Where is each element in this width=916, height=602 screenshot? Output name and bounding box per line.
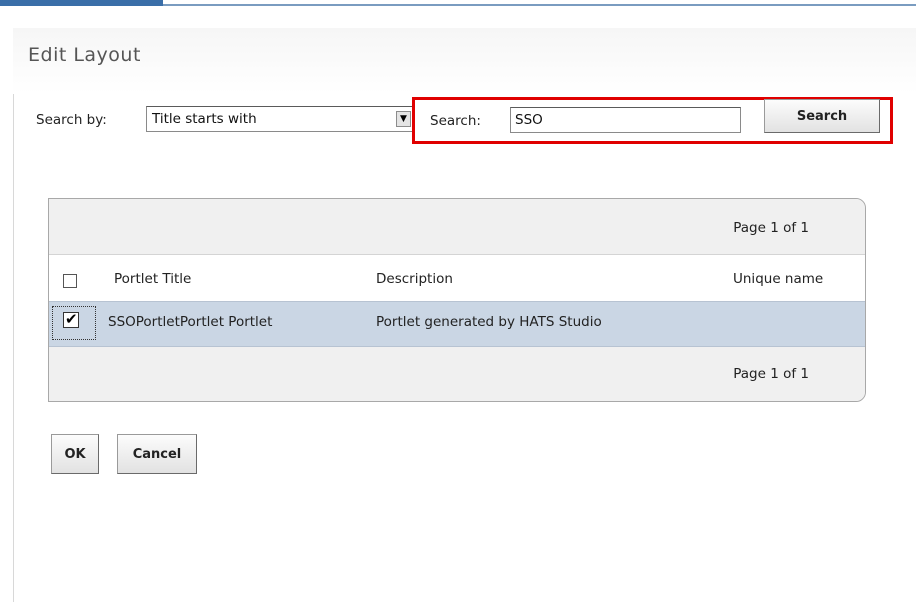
search-by-select[interactable]: Title starts with ▼ (146, 106, 414, 132)
search-input[interactable] (510, 107, 741, 133)
search-by-label: Search by: (36, 112, 107, 128)
column-header-unique-name[interactable]: Unique name (733, 271, 823, 287)
portlet-table: Page 1 of 1 Portlet Title Description Un… (48, 198, 866, 402)
pager-top: Page 1 of 1 (49, 199, 865, 255)
cancel-button[interactable]: Cancel (117, 434, 197, 474)
column-header-portlet-title[interactable]: Portlet Title (114, 271, 191, 287)
chevron-down-icon[interactable]: ▼ (396, 111, 411, 127)
top-tab-accent (0, 0, 163, 6)
left-border (13, 94, 14, 602)
pager-bottom-text: Page 1 of 1 (733, 366, 809, 382)
cell-description: Portlet generated by HATS Studio (376, 314, 602, 330)
page-title: Edit Layout (28, 44, 141, 66)
cell-portlet-title: SSOPortletPortlet Portlet (108, 314, 273, 330)
select-all-checkbox[interactable] (63, 274, 77, 288)
table-header-row: Portlet Title Description Unique name (49, 255, 865, 301)
pager-bottom: Page 1 of 1 (49, 347, 865, 401)
search-by-selected-value: Title starts with (152, 111, 257, 127)
checkmark-icon: ✔ (65, 310, 78, 328)
table-row[interactable]: ✔ SSOPortletPortlet Portlet Portlet gene… (49, 301, 865, 347)
header-band (13, 28, 916, 94)
top-divider (163, 4, 916, 6)
column-header-description[interactable]: Description (376, 271, 453, 287)
row-checkbox[interactable]: ✔ (63, 310, 79, 328)
pager-top-text: Page 1 of 1 (733, 220, 809, 236)
search-button[interactable]: Search (764, 99, 880, 133)
search-label: Search: (430, 113, 481, 129)
ok-button[interactable]: OK (51, 434, 99, 474)
